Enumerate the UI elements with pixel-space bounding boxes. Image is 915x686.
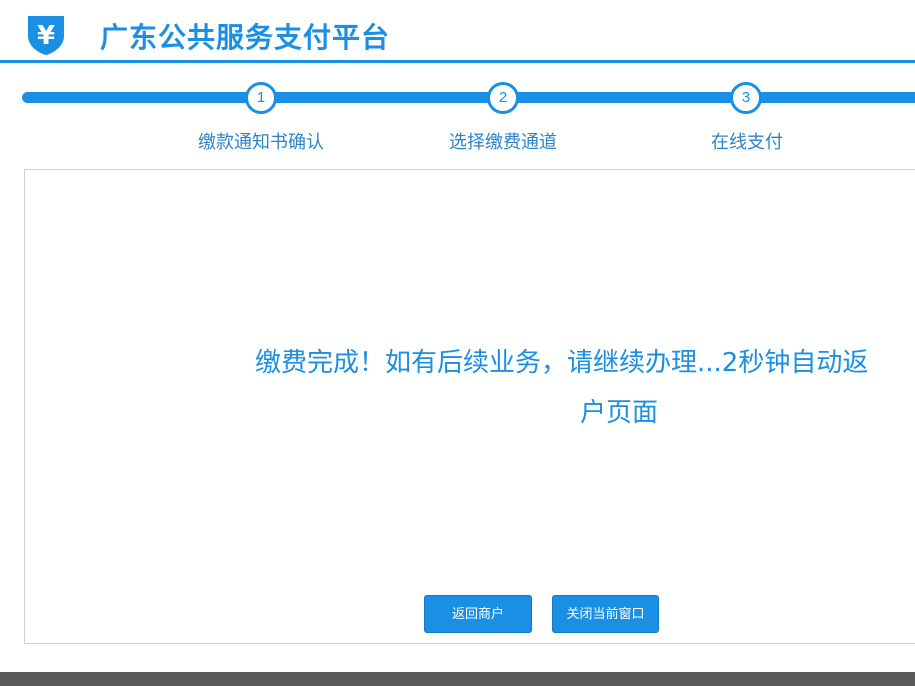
close-window-button[interactable]: 关闭当前窗口 [552,595,659,633]
header: ¥ 广东公共服务支付平台 [0,0,915,60]
step-3-circle: 3 [730,82,762,114]
progress-bar [22,92,915,103]
site-title: 广东公共服务支付平台 [100,21,391,54]
step-2-circle: 2 [487,82,519,114]
svg-text:¥: ¥ [37,21,55,51]
step-3-label: 在线支付 [711,132,783,153]
step-1-label: 缴款通知书确认 [198,132,324,153]
result-panel [24,169,915,644]
back-to-merchant-button[interactable]: 返回商户 [424,595,532,633]
payment-page: ¥ 广东公共服务支付平台 1 2 3 缴款通知书确认 选择缴费通道 在线支付 缴… [0,0,915,686]
header-divider [0,60,915,63]
completion-message-line2: 户页面 [580,398,659,428]
footer-bar [0,672,915,686]
completion-message: 缴费完成！如有后续业务，请继续办理...2秒钟自动返 [255,348,869,378]
step-1-circle: 1 [245,82,277,114]
yuan-shield-icon: ¥ [28,16,64,55]
step-2-label: 选择缴费通道 [449,132,557,153]
